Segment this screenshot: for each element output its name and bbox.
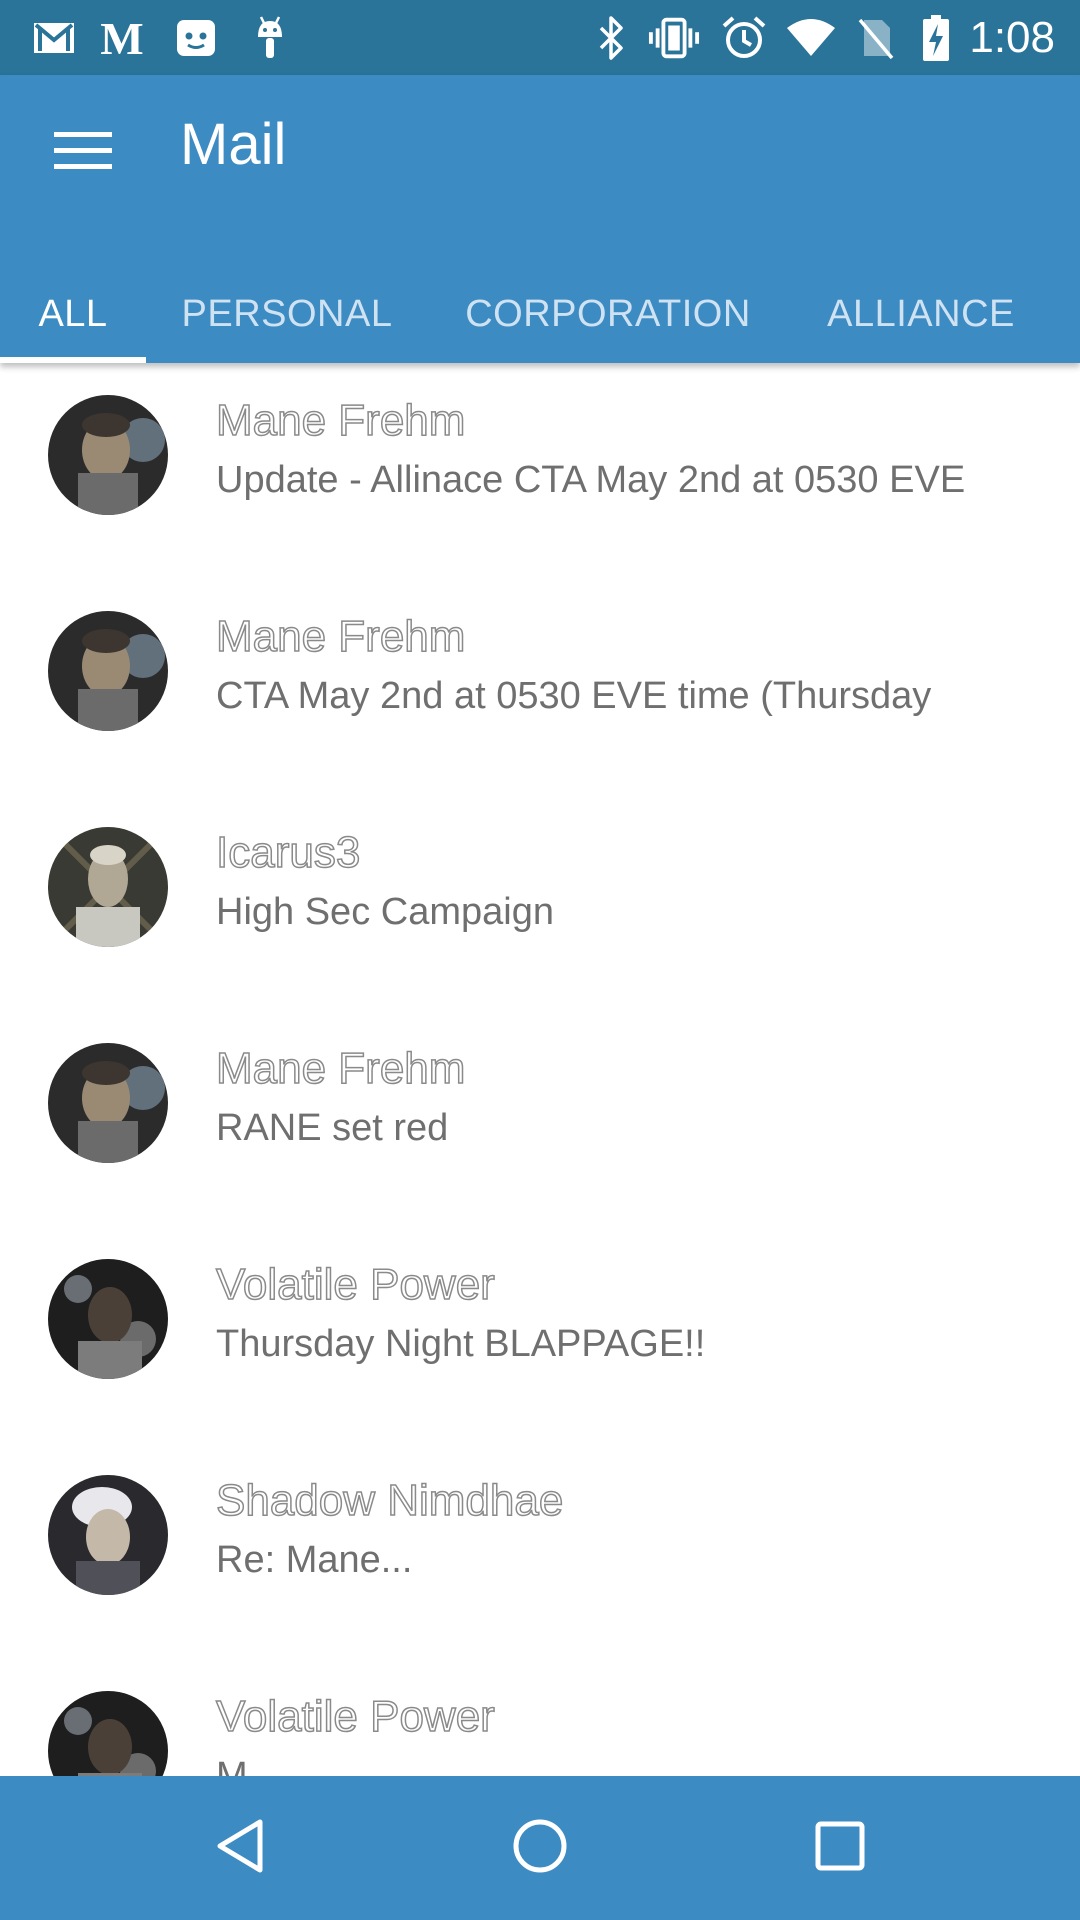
tab-alliance[interactable]: ALLIANCE: [788, 265, 1054, 363]
app-bar: Mail ALL PERSONAL CORPORATION ALLIANCE: [0, 75, 1080, 363]
mail-list-item[interactable]: Shadow Nimdhae Re: Mane...: [0, 1443, 1080, 1659]
wifi-icon: [785, 13, 837, 63]
avatar: [48, 827, 168, 947]
app-face-icon: [170, 13, 222, 63]
mail-sender: Icarus3: [215, 827, 361, 878]
tab-label: PERSONAL: [181, 292, 393, 335]
page-title: Mail: [180, 112, 287, 177]
tab-all[interactable]: ALL: [0, 265, 146, 363]
android-icon: [244, 13, 296, 63]
recents-icon: [810, 1816, 870, 1881]
mail-sender: Mane Frehm: [215, 611, 466, 662]
mail-list-item[interactable]: Mane Frehm CTA May 2nd at 0530 EVE time …: [0, 579, 1080, 795]
mail-subject: Re: Mane...: [216, 1539, 413, 1581]
avatar: [48, 1043, 168, 1163]
battery-charging-icon: [910, 13, 962, 63]
alarm-icon: [718, 13, 770, 63]
tab-label: ALL: [38, 292, 108, 335]
mail-subject: Update - Allinace CTA May 2nd at 0530 EV…: [216, 459, 966, 501]
bluetooth-icon: [585, 13, 637, 63]
tab-label: CORPORATION: [465, 292, 751, 335]
mail-sender: Mane Frehm: [215, 395, 466, 446]
mail-subject: RANE set red: [216, 1107, 449, 1149]
back-icon: [210, 1816, 270, 1881]
tab-personal[interactable]: PERSONAL: [146, 265, 428, 363]
medium-icon: M: [96, 13, 148, 63]
avatar: [48, 395, 168, 515]
mail-sender: Mane Frehm: [215, 1043, 466, 1094]
no-sim-icon: [850, 13, 902, 63]
avatar: [48, 1259, 168, 1379]
tab-label: ALLIANCE: [827, 292, 1015, 335]
avatar: [48, 1691, 168, 1776]
vibrate-icon: [648, 13, 700, 63]
mail-list-item[interactable]: Volatile Power M...: [0, 1659, 1080, 1776]
mail-list-item[interactable]: Volatile Power Thursday Night BLAPPAGE!!: [0, 1227, 1080, 1443]
recents-button[interactable]: [790, 1798, 890, 1898]
navigation-bar: [0, 1776, 1080, 1920]
mail-subject: M...: [216, 1755, 280, 1776]
mail-list-item[interactable]: Icarus3 High Sec Campaign: [0, 795, 1080, 1011]
mail-subject: CTA May 2nd at 0530 EVE time (Thursday: [216, 675, 932, 717]
mail-list-item[interactable]: Mane Frehm Update - Allinace CTA May 2nd…: [0, 363, 1080, 579]
avatar: [48, 611, 168, 731]
mail-subject: Thursday Night BLAPPAGE!!: [216, 1323, 706, 1365]
mail-list-item[interactable]: Mane Frehm RANE set red: [0, 1011, 1080, 1227]
mail-sender: Volatile Power: [215, 1691, 495, 1742]
tab-bar: ALL PERSONAL CORPORATION ALLIANCE: [0, 265, 1080, 363]
mail-screen: M 1:08 Mail ALL PERSONAL CORPORATION ALL…: [0, 0, 1080, 1920]
gmail-icon: [28, 13, 80, 63]
mail-list[interactable]: Mane Frehm Update - Allinace CTA May 2nd…: [0, 363, 1080, 1776]
status-bar: M 1:08: [0, 0, 1080, 75]
status-time: 1:08: [969, 13, 1055, 62]
svg-text:M: M: [100, 18, 143, 58]
tab-indicator: [0, 357, 146, 363]
back-button[interactable]: [190, 1798, 290, 1898]
mail-sender: Volatile Power: [215, 1259, 495, 1310]
home-button[interactable]: [490, 1798, 590, 1898]
tab-corporation[interactable]: CORPORATION: [428, 265, 788, 363]
mail-sender: Shadow Nimdhae: [215, 1475, 564, 1526]
hamburger-menu-icon: [54, 130, 112, 177]
avatar: [48, 1475, 168, 1595]
menu-button[interactable]: [45, 115, 121, 191]
home-icon: [510, 1816, 570, 1881]
mail-subject: High Sec Campaign: [216, 891, 554, 933]
